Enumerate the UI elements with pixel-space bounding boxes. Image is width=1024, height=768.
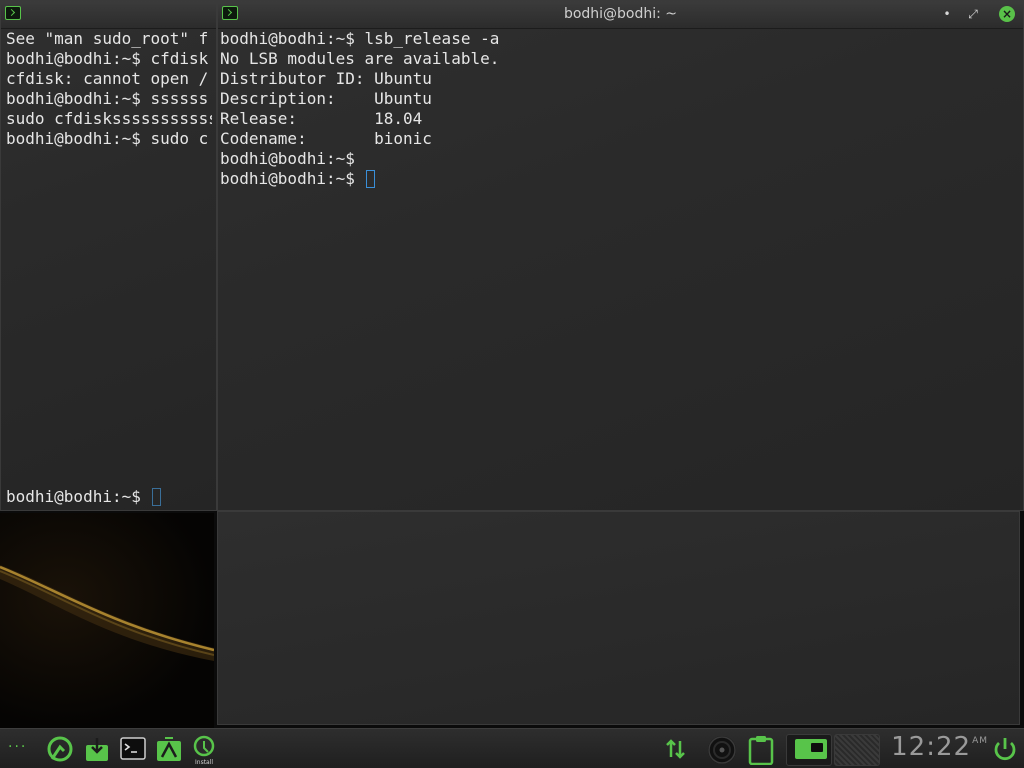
clipboard-icon[interactable] xyxy=(748,735,774,766)
desktop: See "man sudo_root" f bodhi@bodhi:~$ cfdi… xyxy=(0,0,1024,768)
clock[interactable]: 12:22AM xyxy=(891,732,988,762)
left-terminal-output[interactable]: See "man sudo_root" f bodhi@bodhi:~$ cfdi… xyxy=(6,29,212,506)
terminal-line: bodhi@bodhi:~$ ssssss xyxy=(6,89,209,108)
maximize-button[interactable]: ⤢ xyxy=(965,6,981,22)
terminal-line: Release: 18.04 xyxy=(220,109,423,128)
terminal-line: See "man sudo_root" f xyxy=(6,29,209,48)
text-cursor xyxy=(151,488,161,506)
main-terminal-prompt-line: bodhi@bodhi:~$ xyxy=(220,169,1019,189)
taskbar: ··· Install 12:22AM xyxy=(0,728,1024,768)
power-icon[interactable] xyxy=(992,735,1018,763)
wallpaper xyxy=(0,513,214,728)
install-label: Install xyxy=(195,759,214,766)
terminal-line: Distributor ID: Ubuntu xyxy=(220,69,432,88)
terminal-line: bodhi@bodhi:~$ sudo c xyxy=(6,129,209,148)
minimize-button[interactable]: • xyxy=(939,6,955,22)
disc-icon[interactable] xyxy=(706,735,738,764)
terminal-line: Codename: bionic xyxy=(220,129,432,148)
terminal-line: cfdisk: cannot open / xyxy=(6,69,209,88)
terminal-line: No LSB modules are available. xyxy=(220,49,500,68)
menu-dots-button[interactable]: ··· xyxy=(8,739,27,767)
download-icon[interactable] xyxy=(84,735,110,763)
app-center-icon[interactable] xyxy=(156,735,182,763)
left-terminal-window[interactable]: See "man sudo_root" f bodhi@bodhi:~$ cfdi… xyxy=(0,0,217,511)
close-button[interactable]: × xyxy=(999,6,1015,22)
main-terminal-titlebar[interactable]: bodhi@bodhi: ~ • ⤢ × xyxy=(218,1,1023,29)
bodhi-logo-icon[interactable] xyxy=(46,735,76,763)
left-terminal-prompt-line: bodhi@bodhi:~$ xyxy=(6,487,161,506)
prompt: bodhi@bodhi:~$ xyxy=(6,487,151,506)
main-terminal-window[interactable]: bodhi@bodhi: ~ • ⤢ × bodhi@bodhi:~$ lsb_… xyxy=(217,0,1024,511)
main-terminal-output[interactable]: bodhi@bodhi:~$ lsb_release -a No LSB modu… xyxy=(220,29,1019,506)
terminal-line: bodhi@bodhi:~$ cfdisk xyxy=(6,49,209,68)
window-title: bodhi@bodhi: ~ xyxy=(563,6,678,22)
clock-time: 12:22 xyxy=(891,732,972,762)
left-terminal-titlebar[interactable] xyxy=(1,1,216,29)
terminal-icon xyxy=(5,6,21,20)
clock-ampm: AM xyxy=(972,736,988,746)
prompt: bodhi@bodhi:~$ xyxy=(220,169,365,188)
network-icon[interactable] xyxy=(664,735,688,763)
terminal-line: bodhi@bodhi:~$ lsb_release -a xyxy=(220,29,500,48)
empty-desktop-pane xyxy=(217,511,1020,725)
desktop-1-icon[interactable] xyxy=(786,734,832,766)
terminal-line: sudo cfdisksssssssssss xyxy=(6,109,212,128)
terminal-line: Description: Ubuntu xyxy=(220,89,432,108)
text-cursor xyxy=(365,170,375,188)
terminal-line: bodhi@bodhi:~$ xyxy=(220,149,355,168)
desktop-2-icon[interactable] xyxy=(834,734,880,766)
terminal-icon[interactable] xyxy=(120,735,146,763)
